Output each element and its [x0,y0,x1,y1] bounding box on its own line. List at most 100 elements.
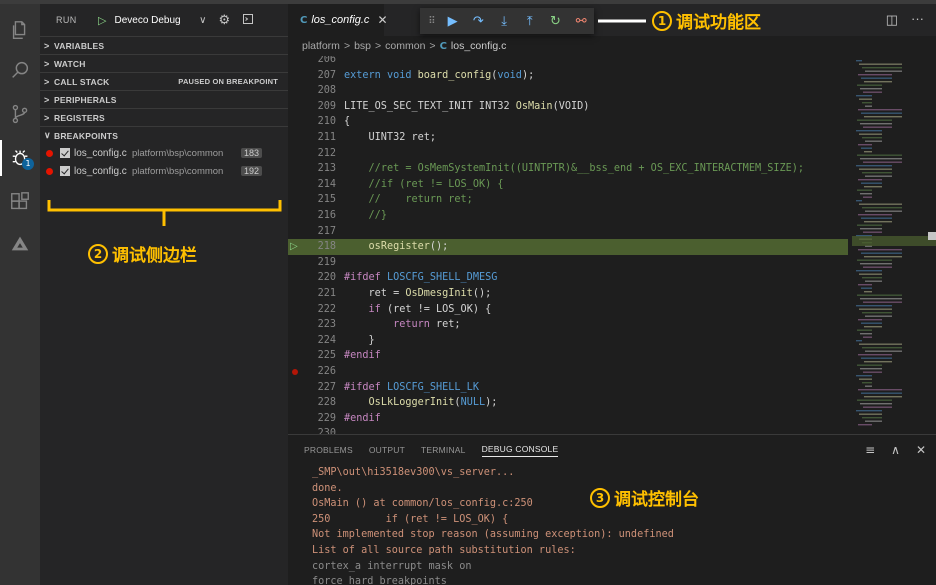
tab-los-config[interactable]: C los_config.c ✕ [288,4,388,36]
chevron-right-icon: > [44,58,50,69]
section-registers[interactable]: > REGISTERS [40,108,288,126]
code-line[interactable]: 228 OsLkLoggerInit(NULL); [288,395,848,411]
run-bar: RUN ▷ Deveco Debug ∨ ⚙ [40,4,288,36]
breakpoint-icon [46,167,53,175]
code-line[interactable]: 208 [288,83,848,99]
debug-config-select[interactable]: Deveco Debug ∨ [114,15,206,26]
code-line[interactable]: 227 #ifdef LOSCFG_SHELL_LK [288,380,848,396]
breadcrumb-item[interactable]: los_config.c [451,40,506,52]
breadcrumb-item[interactable]: common [385,40,425,52]
source-control-icon[interactable] [0,96,40,132]
continue-icon[interactable]: ▶ [440,14,466,29]
code-line[interactable]: 222 if (ret != LOS_OK) { [288,302,848,318]
code-text: // return ret; [368,194,473,206]
section-breakpoints[interactable]: ∨ BREAKPOINTS [40,126,288,144]
step-out-icon[interactable]: ⤒ [517,14,543,29]
section-variables[interactable]: > VARIABLES [40,36,288,54]
section-label: WATCH [54,58,86,69]
maximize-panel-icon[interactable]: ∧ [891,443,900,457]
deveco-icon[interactable] [0,226,40,262]
close-panel-icon[interactable]: ✕ [916,443,926,457]
code-line[interactable]: 223 return ret; [288,317,848,333]
explorer-icon[interactable] [0,12,40,48]
breakpoint-line: 183 [241,148,263,158]
code-line[interactable]: 215 // return ret; [288,192,848,208]
code-line[interactable]: 225 #endif [288,348,848,364]
annotation-text: 调试控制台 [614,490,699,510]
section-watch[interactable]: > WATCH [40,54,288,72]
line-number: 227 [317,381,336,393]
code-text: ret = OsDmesgInit(); [344,288,492,299]
chevron-right-icon: > [375,40,382,52]
code-text: osRegister(); [368,241,449,253]
panel-tab-terminal[interactable]: TERMINAL [421,445,466,455]
section-call-stack[interactable]: > CALL STACK PAUSED ON BREAKPOINT [40,72,288,90]
code-line[interactable]: 210 { [288,114,848,130]
drag-handle-icon[interactable]: ⠿ [424,16,440,27]
annotation-number: 1 [652,10,672,31]
split-editor-icon[interactable]: ◫ [886,12,898,28]
code-line[interactable]: 212 [288,146,848,162]
line-number: 226 [317,366,336,377]
debug-console-icon[interactable] [242,13,254,28]
breadcrumb-item[interactable]: bsp [354,40,371,52]
breadcrumb-item[interactable]: platform [302,40,340,52]
debug-sidebar: RUN ▷ Deveco Debug ∨ ⚙ > VARIABLES > WATCH >… [40,4,288,585]
breakpoint-item[interactable]: los_config.c platform\bsp\common 183 [40,144,288,162]
more-actions-icon[interactable]: ··· [911,11,924,26]
breakpoint-list: los_config.c platform\bsp\common 183 los_co… [40,144,288,180]
code-line[interactable]: 217 [288,224,848,240]
code-line[interactable]: 224 } [288,333,848,349]
start-debugging-icon[interactable]: ▷ [98,14,106,27]
code-editor[interactable]: 206 207 extern void board_config(void); 208… [288,56,848,434]
code-line[interactable]: 209 LITE_OS_SEC_TEXT_INIT INT32 OsMain(VO… [288,99,848,115]
panel-actions: ≡ ∧ ✕ [865,443,926,457]
disconnect-icon[interactable]: ⚯ [568,14,594,29]
code-line[interactable]: 206 [288,56,848,68]
minimap[interactable] [852,56,936,434]
run-debug-icon[interactable]: 1 [0,140,40,176]
line-number: 219 [317,256,336,268]
code-line[interactable]: 213 //ret = OsMemSystemInit((UINTPTR)&__… [288,161,848,177]
gear-icon[interactable]: ⚙ [218,12,230,28]
panel-tab-problems[interactable]: PROBLEMS [304,445,353,455]
breakpoint-item[interactable]: los_config.c platform\bsp\common 192 [40,162,288,180]
c-file-icon: C [300,14,308,26]
code-line[interactable]: 221 ret = OsDmesgInit(); [288,286,848,302]
step-into-icon[interactable]: ⤓ [491,14,517,29]
panel-tabs: PROBLEMS OUTPUT TERMINAL DEBUG CONSOLE [288,435,936,465]
tab-label: los_config.c [311,14,370,26]
close-icon[interactable]: ✕ [377,13,387,27]
code-line[interactable]: 216 //} [288,208,848,224]
panel-tab-output[interactable]: OUTPUT [369,445,405,455]
line-number: 223 [317,319,336,331]
code-text: //if (ret != LOS_OK) { [368,178,504,190]
section-peripherals[interactable]: > PERIPHERALS [40,90,288,108]
code-line[interactable]: 219 [288,255,848,271]
code-line[interactable]: 211 UINT32 ret; [288,130,848,146]
chevron-right-icon: > [343,40,351,52]
code-line[interactable]: 230 [288,426,848,434]
code-line[interactable]: 229 #endif [288,411,848,427]
code-line[interactable]: 214 //if (ret != LOS_OK) { [288,177,848,193]
panel-tab-debug-console[interactable]: DEBUG CONSOLE [481,444,559,457]
debug-console-output: _SMP\out\hi3518ev300\vs_server... done. Os… [312,465,674,585]
extensions-icon[interactable] [0,184,40,220]
restart-icon[interactable]: ↻ [543,14,569,29]
scrollbar-thumb[interactable] [928,232,936,240]
toolbar-pointer-line [598,19,646,23]
code-line[interactable]: 220 #ifdef LOSCFG_SHELL_DMESG [288,270,848,286]
breakpoint-checkbox[interactable] [60,166,70,176]
console-line: Not implemented stop reason (assuming ex… [312,529,674,541]
breakpoint-file: los_config.c [74,147,127,159]
code-line[interactable]: 207 extern void board_config(void); [288,68,848,84]
code-line[interactable]: ▷ 218 osRegister(); [288,239,848,255]
filter-list-icon[interactable]: ≡ [865,443,875,457]
annotation-text: 调试功能区 [676,13,761,33]
search-icon[interactable] [0,52,40,88]
step-over-icon[interactable]: ↷ [466,14,492,29]
line-number: 206 [317,56,336,65]
breakpoint-checkbox[interactable] [60,148,70,158]
code-line[interactable]: 226 [288,364,848,380]
console-annotation: 3 调试控制台 [590,485,699,510]
